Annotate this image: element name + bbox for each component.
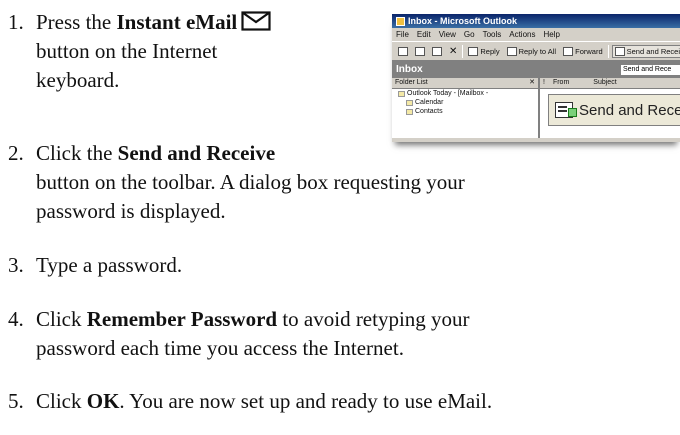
step-4: 4. Click Remember Password to avoid retyp… — [8, 305, 470, 334]
menu-file[interactable]: File — [396, 28, 409, 41]
menu-view[interactable]: View — [439, 28, 456, 41]
reply-button[interactable]: Reply — [466, 46, 501, 57]
send-receive-icon — [555, 102, 577, 118]
message-list-header: ! From Subject — [540, 78, 680, 89]
send-receive-button[interactable]: Send and Receive — [611, 44, 680, 58]
menu-tools[interactable]: Tools — [483, 28, 502, 41]
send-receive-label: Send and Receive — [117, 141, 276, 165]
send-receive-icon — [614, 46, 625, 56]
folder-list-title: Folder List — [395, 79, 428, 86]
importance-column[interactable]: ! — [543, 78, 545, 88]
close-icon[interactable]: ✕ — [529, 78, 535, 88]
delete-button[interactable]: ✕ — [447, 45, 459, 58]
reply-all-button[interactable]: Reply to All — [505, 46, 559, 57]
folder-banner: Inbox Send and Rece — [392, 61, 680, 78]
printer-icon — [415, 46, 425, 56]
step-2-line-2: button on the toolbar. A dialog box requ… — [36, 170, 465, 194]
window-title: Inbox - Microsoft Outlook — [408, 16, 517, 26]
ok-label: OK — [86, 389, 120, 413]
menu-bar: File Edit View Go Tools Actions Help — [392, 28, 680, 42]
send-receive-zoom-button[interactable]: Send and Receiv — [548, 94, 680, 126]
toolbar: ✕ Reply Reply to All Forward Send and Re… — [392, 42, 680, 61]
reply-all-label: Reply to All — [518, 46, 557, 56]
reply-label: Reply — [480, 46, 500, 56]
reply-all-icon — [506, 46, 517, 56]
outlook-app-icon — [396, 16, 405, 26]
calendar-icon — [406, 99, 413, 106]
menu-edit[interactable]: Edit — [417, 28, 431, 41]
menu-go[interactable]: Go — [464, 28, 475, 41]
step-number: 1. — [8, 10, 24, 34]
reply-icon — [468, 46, 479, 56]
folder-banner-title: Inbox — [396, 64, 423, 75]
folder-item-outlook-today[interactable]: Outlook Today - [Mailbox - — [392, 89, 538, 98]
forward-icon — [563, 46, 574, 56]
print-button[interactable] — [413, 46, 427, 57]
step-number: 5. — [8, 389, 24, 413]
panes: Folder List ✕ Outlook Today - [Mailbox -… — [392, 78, 680, 138]
step-text: Press the Instant eMail — [36, 10, 271, 34]
step-1-prefix: Press the — [36, 10, 117, 34]
step-5-prefix: Click — [36, 389, 87, 413]
move-icon — [432, 46, 442, 56]
step-1-line-2: button on the Internet — [36, 39, 218, 63]
step-3-text: Type a password. — [36, 253, 183, 277]
new-button[interactable] — [396, 46, 410, 57]
menu-help[interactable]: Help — [543, 28, 559, 41]
move-button[interactable] — [430, 46, 444, 57]
forward-label: Forward — [575, 46, 603, 56]
folder-list-header: Folder List ✕ — [392, 78, 538, 89]
envelope-icon — [241, 11, 271, 31]
folder-item-contacts[interactable]: Contacts — [392, 107, 538, 116]
instant-email-label: Instant eMail — [116, 10, 238, 34]
send-receive-combo[interactable]: Send and Rece — [620, 64, 680, 76]
menu-actions[interactable]: Actions — [509, 28, 535, 41]
step-1-line-3: keyboard. — [36, 68, 120, 92]
new-mail-icon — [398, 46, 408, 56]
send-receive-zoom-label: Send and Receiv — [579, 101, 680, 119]
step-number: 3. — [8, 253, 24, 277]
step-4-suffix: to avoid retyping your — [277, 307, 470, 331]
folder-label: Contacts — [415, 108, 443, 115]
window-titlebar: Inbox - Microsoft Outlook — [392, 14, 680, 28]
step-2-prefix: Click the — [36, 141, 118, 165]
remember-password-label: Remember Password — [86, 307, 278, 331]
outlook-screenshot: Inbox - Microsoft Outlook File Edit View… — [392, 14, 680, 142]
step-4-prefix: Click — [36, 307, 87, 331]
subject-column[interactable]: Subject — [593, 78, 616, 88]
step-2: 2. Click the Send and Receive — [8, 139, 275, 168]
folder-label: Outlook Today - [Mailbox - — [407, 90, 489, 97]
folder-list-pane: Folder List ✕ Outlook Today - [Mailbox -… — [392, 78, 540, 138]
step-number: 2. — [8, 141, 24, 165]
message-list-pane: ! From Subject Send and Receiv — [540, 78, 680, 138]
mailbox-icon — [398, 90, 405, 97]
send-receive-label: Send and Receive — [626, 46, 680, 56]
folder-label: Calendar — [415, 99, 444, 106]
step-number: 4. — [8, 307, 24, 331]
forward-button[interactable]: Forward — [561, 46, 605, 57]
step-4-line-2: password each time you access the Intern… — [36, 336, 404, 360]
toolbar-separator — [462, 44, 464, 58]
folder-item-calendar[interactable]: Calendar — [392, 98, 538, 107]
step-5: 5. Click OK. You are now set up and ready… — [8, 387, 492, 416]
step-2-line-3: password is displayed. — [36, 199, 226, 223]
from-column[interactable]: From — [553, 78, 569, 88]
toolbar-separator — [607, 44, 609, 58]
contacts-icon — [406, 108, 413, 115]
step-3: 3. Type a password. — [8, 251, 182, 280]
step-1: 1. Press the Instant eMail — [8, 8, 271, 37]
step-5-suffix: . You are now set up and ready to use eM… — [119, 389, 493, 413]
